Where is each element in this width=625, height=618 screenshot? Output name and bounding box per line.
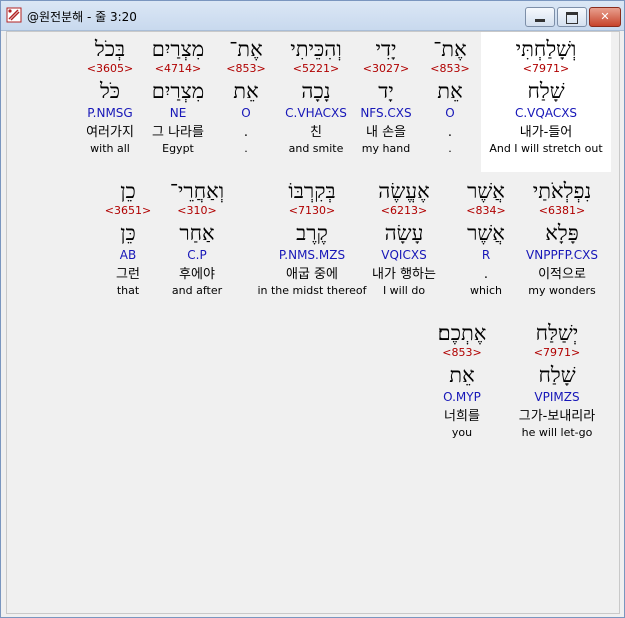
english-gloss: you — [451, 426, 473, 439]
lexical-form: כֹּל — [99, 79, 121, 103]
hebrew-word: אֶתְכֶם׃ — [437, 321, 487, 345]
korean-gloss: 그런 — [116, 267, 140, 282]
strong-number: <853> — [442, 346, 482, 359]
parsing-content-area[interactable]: וְשָׁלַחְתִּי <7971> שָׁלַח C.VQACXS 내가-들어 An… — [6, 31, 620, 614]
strong-number: <7130> — [288, 204, 336, 217]
word-block[interactable]: אֶתְכֶם׃ <853> אֵת O.MYP 너희를 you — [402, 320, 522, 439]
hebrew-word: כֵן — [120, 179, 136, 203]
parse-code: AB — [119, 248, 137, 262]
english-gloss: in the midst thereof — [257, 284, 367, 297]
word-block[interactable]: בְּכֹל <3605> כֹּל P.NMSG 여러가지 with all — [50, 36, 170, 155]
parse-code: P.NMSG — [87, 106, 133, 120]
korean-gloss: 여러가지 — [86, 125, 134, 140]
hebrew-word: בְּכֹל — [94, 37, 126, 61]
minimize-button[interactable] — [525, 7, 555, 27]
korean-gloss: 너희를 — [444, 409, 480, 424]
lexical-form: אֵת — [449, 363, 475, 387]
close-button[interactable]: ✕ — [589, 7, 621, 27]
hebrew-word: בְּקִרְבּוֹ — [288, 179, 336, 203]
parchment-scroll-icon — [6, 7, 22, 23]
maximize-button[interactable] — [557, 7, 587, 27]
english-gloss: with all — [90, 142, 130, 155]
english-gloss: that — [116, 284, 140, 297]
parse-code: P.NMS.MZS — [278, 248, 346, 262]
strong-number: <3651> — [104, 204, 152, 217]
minimize-icon — [535, 19, 545, 22]
lexical-form: קֶרֶב — [296, 221, 328, 245]
parse-code: O.MYP — [443, 390, 481, 404]
app-window: @원전분해 - 줄 3:20 ✕ וְשָׁלַחְתִּי <7971> שָׁל… — [0, 0, 625, 618]
lexical-form: כֵּן — [120, 221, 136, 245]
word-block[interactable]: כֵן <3651> כֵּן AB 그런 that — [68, 178, 188, 297]
korean-gloss: 애굽 중에 — [286, 267, 338, 282]
maximize-icon — [566, 12, 578, 24]
window-title: @원전분해 - 줄 3:20 — [27, 10, 137, 24]
word-block[interactable]: בְּקִרְבּוֹ <7130> קֶרֶב P.NMS.MZS 애굽 중에 in t… — [252, 178, 372, 297]
close-icon: ✕ — [600, 10, 610, 23]
title-bar[interactable]: @원전분해 - 줄 3:20 ✕ — [1, 1, 624, 31]
strong-number: <3605> — [86, 62, 134, 75]
